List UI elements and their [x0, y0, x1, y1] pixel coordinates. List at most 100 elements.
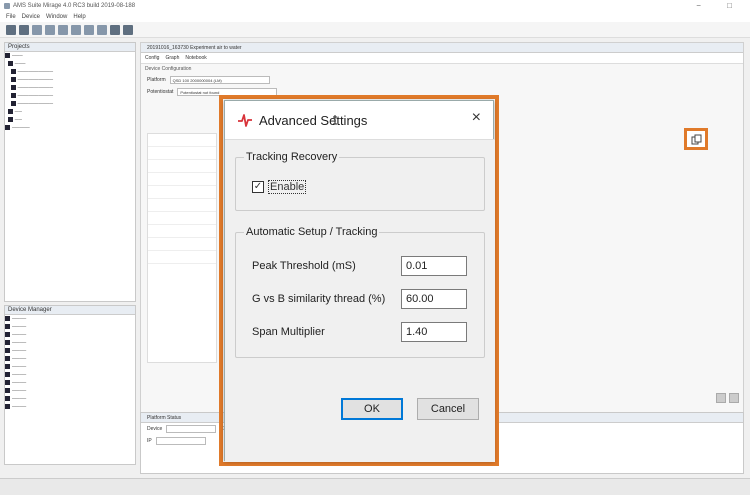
device-icon [5, 380, 10, 386]
info-icon[interactable] [123, 24, 133, 35]
connect-icon[interactable] [45, 24, 55, 35]
frequency-table [147, 133, 217, 363]
cursor-icon [333, 115, 337, 125]
save-icon[interactable] [32, 24, 42, 35]
device-icon [5, 388, 10, 394]
tree-item[interactable]: ────────── [5, 84, 135, 92]
device-item[interactable]: ──── [5, 315, 135, 323]
table-row[interactable] [148, 134, 216, 147]
device-item[interactable]: ──── [5, 387, 135, 395]
device-item[interactable]: ──── [5, 395, 135, 403]
measure-icon[interactable] [71, 24, 81, 35]
menubar: File Device Window Help [0, 12, 750, 22]
tree-item[interactable]: ─── [5, 60, 135, 68]
device-icon [5, 348, 10, 354]
enable-label[interactable]: Enable [268, 180, 307, 194]
window-controls[interactable]: − □ [696, 1, 744, 10]
table-row[interactable] [148, 212, 216, 225]
device-icon [5, 404, 10, 410]
projects-panel: Projects ─── ─── ────────── ────────── ─… [4, 42, 136, 302]
enable-checkbox[interactable]: ✓ Enable [252, 180, 307, 194]
prev-button[interactable] [716, 393, 726, 403]
span-multiplier-label: Span Multiplier [252, 326, 325, 338]
device-icon [5, 356, 10, 362]
tree-item[interactable]: ────────── [5, 68, 135, 76]
tab-graph[interactable]: Graph [165, 55, 179, 61]
table-row[interactable] [148, 186, 216, 199]
device-icon[interactable] [58, 24, 68, 35]
table-row[interactable] [148, 160, 216, 173]
tree-item[interactable]: ────────── [5, 76, 135, 84]
table-row[interactable] [148, 225, 216, 238]
checkmark-icon[interactable]: ✓ [252, 181, 264, 193]
device-item[interactable]: ──── [5, 403, 135, 411]
pen-icon[interactable] [84, 24, 94, 35]
table-row[interactable] [148, 147, 216, 160]
tree-item[interactable]: ────────── [5, 100, 135, 108]
device-item[interactable]: ──── [5, 379, 135, 387]
menu-device[interactable]: Device [22, 14, 40, 20]
menu-window[interactable]: Window [46, 14, 67, 20]
experiment-icon [10, 77, 16, 83]
peak-threshold-input[interactable] [401, 256, 467, 276]
similarity-thread-label: G vs B similarity thread (%) [252, 293, 386, 305]
chart-icon[interactable] [110, 24, 120, 35]
new-project-icon[interactable] [6, 24, 16, 35]
ip-label: IP [147, 438, 152, 444]
device-icon [5, 372, 10, 378]
tree-item[interactable]: ───── [5, 124, 135, 132]
platform-row: Platform QSD 100 2000000004 (LM) [141, 74, 743, 86]
tab-config[interactable]: Config [145, 55, 159, 61]
span-multiplier-input[interactable] [401, 322, 467, 342]
device-icon [5, 324, 10, 330]
device-item[interactable]: ──── [5, 355, 135, 363]
tracking-recovery-title: Tracking Recovery [244, 151, 340, 163]
device-item[interactable]: ──── [5, 339, 135, 347]
device-item[interactable]: ──── [5, 371, 135, 379]
experiment-icon [10, 101, 16, 107]
tracking-recovery-group: Tracking Recovery ✓ Enable [235, 151, 485, 211]
device-icon [5, 332, 10, 338]
table-row[interactable] [148, 251, 216, 264]
automatic-setup-title: Automatic Setup / Tracking [244, 226, 380, 238]
tree-item[interactable]: ─── [5, 52, 135, 60]
copy-settings-button[interactable] [684, 128, 708, 150]
peak-threshold-row: Peak Threshold (mS) [252, 256, 467, 276]
ip-field [155, 437, 206, 445]
tree-item[interactable]: ────────── [5, 92, 135, 100]
tab-notebook[interactable]: Notebook [185, 55, 206, 61]
dialog-titlebar: Advanced Settings × [225, 101, 493, 139]
status-bar [0, 478, 750, 495]
platform-field[interactable]: QSD 100 2000000004 (LM) [169, 76, 270, 84]
device-item[interactable]: ──── [5, 331, 135, 339]
dialog-body: Tracking Recovery ✓ Enable Automatic Set… [225, 139, 495, 462]
experiment-icon [10, 93, 16, 99]
editor-nav-buttons [716, 393, 739, 403]
tree-item[interactable]: ── [5, 108, 135, 116]
device-status-label: Device [147, 426, 163, 432]
close-icon[interactable]: × [472, 110, 481, 126]
open-icon[interactable] [19, 24, 29, 35]
potentiostat-label: Potentiostat [147, 89, 174, 95]
device-icon [5, 396, 10, 402]
copy-icon [691, 134, 701, 144]
device-item[interactable]: ──── [5, 363, 135, 371]
device-item[interactable]: ──── [5, 347, 135, 355]
next-button[interactable] [729, 393, 739, 403]
table-row[interactable] [148, 238, 216, 251]
experiment-icon [10, 85, 16, 91]
device-panel-title: Device Manager [5, 306, 135, 315]
table-row[interactable] [148, 173, 216, 186]
editor-tab[interactable]: 20191016_163730 Experiment air to water [141, 43, 743, 53]
menu-file[interactable]: File [6, 14, 16, 20]
device-item[interactable]: ──── [5, 323, 135, 331]
device-icon [5, 316, 10, 322]
device-icon [5, 340, 10, 346]
ok-button[interactable]: OK [341, 398, 403, 420]
cancel-button[interactable]: Cancel [417, 398, 479, 420]
menu-help[interactable]: Help [73, 14, 85, 20]
similarity-thread-input[interactable] [401, 289, 467, 309]
tree-item[interactable]: ── [5, 116, 135, 124]
table-row[interactable] [148, 199, 216, 212]
edit-icon[interactable] [97, 24, 107, 35]
